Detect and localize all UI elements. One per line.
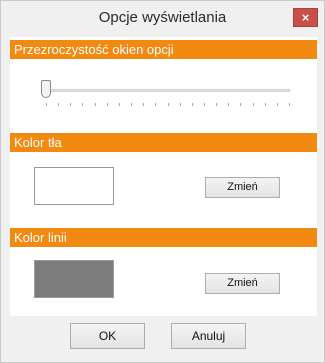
- slider-tick: [277, 103, 278, 106]
- slider-tick: [180, 103, 181, 106]
- close-icon: ×: [301, 10, 310, 25]
- close-button[interactable]: ×: [293, 8, 318, 27]
- line-color-section-header: Kolor linii: [10, 228, 317, 247]
- slider-tick: [46, 103, 47, 106]
- slider-tick: [265, 103, 266, 106]
- slider-tick: [70, 103, 71, 106]
- line-color-swatch: [34, 260, 114, 298]
- dialog-content: Przezroczystość okien opcji Kolor tła Zm…: [10, 37, 317, 316]
- ok-button[interactable]: OK: [70, 323, 145, 349]
- background-color-swatch: [34, 167, 114, 205]
- slider-tick: [289, 103, 290, 106]
- options-dialog: Opcje wyświetlania × Przezroczystość oki…: [0, 0, 325, 363]
- button-bar: OK Anuluj: [10, 316, 317, 356]
- slider-tick: [216, 103, 217, 106]
- slider-tick: [143, 103, 144, 106]
- change-background-color-button[interactable]: Zmień: [205, 177, 280, 198]
- slider-tick: [240, 103, 241, 106]
- slider-tick: [82, 103, 83, 106]
- slider-tick: [131, 103, 132, 106]
- slider-tick: [155, 103, 156, 106]
- slider-tick: [253, 103, 254, 106]
- slider-tick: [192, 103, 193, 106]
- transparency-section-header: Przezroczystość okien opcji: [10, 40, 317, 59]
- slider-ticks: [46, 103, 290, 107]
- slider-tick: [95, 103, 96, 106]
- change-line-color-button[interactable]: Zmień: [205, 273, 280, 294]
- cancel-button[interactable]: Anuluj: [171, 323, 246, 349]
- slider-tick: [107, 103, 108, 106]
- title-bar: Opcje wyświetlania ×: [1, 1, 324, 35]
- slider-thumb[interactable]: [41, 80, 51, 98]
- window-title: Opcje wyświetlania: [98, 9, 227, 26]
- slider-tick: [168, 103, 169, 106]
- slider-tick: [204, 103, 205, 106]
- slider-tick: [119, 103, 120, 106]
- slider-tick: [228, 103, 229, 106]
- slider-tick: [58, 103, 59, 106]
- background-color-section-header: Kolor tła: [10, 133, 317, 152]
- slider-track[interactable]: [46, 89, 290, 92]
